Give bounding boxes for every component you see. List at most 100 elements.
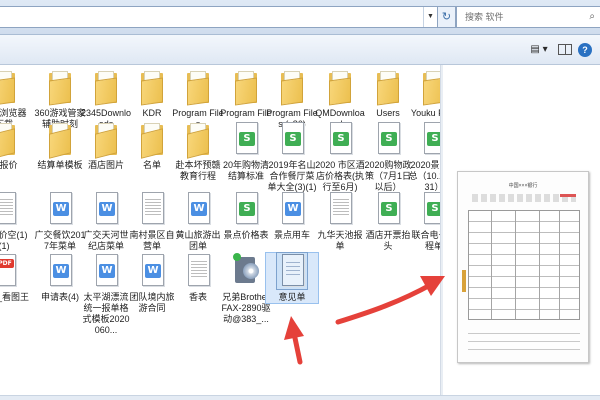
address-dropdown-icon[interactable]: ▼ <box>423 7 437 27</box>
file-label: 酒店开票抬头 <box>365 230 411 251</box>
address-bar-row: ▼ ↻ 搜索 软件 ⌕ <box>0 0 600 35</box>
folder-icon <box>325 69 355 106</box>
folder-icon <box>91 121 121 159</box>
document-icon: W <box>277 191 307 227</box>
file-label: 景点价格表 <box>223 230 269 240</box>
image-document-icon <box>325 191 355 227</box>
file-label: 名单 <box>142 160 161 170</box>
status-bar <box>0 395 600 400</box>
file-item[interactable]: S 景点价格表 <box>220 191 272 241</box>
file-item[interactable]: W 广交天河世纪店菜单 <box>80 191 132 252</box>
folder-icon <box>183 69 213 106</box>
file-label: 团队境内旅游合同 <box>129 292 175 313</box>
file-label: 广交餐饮2017年菜单 <box>34 230 86 251</box>
file-item[interactable]: S 2020 市区酒店价格表(执行至6月) <box>314 121 366 193</box>
file-item[interactable]: Users <box>362 69 414 119</box>
file-label: 景点用车 <box>273 230 310 240</box>
file-label: 2020 市区酒店价格表(执行至6月) <box>315 160 365 192</box>
help-button[interactable]: ? <box>578 43 592 57</box>
file-item[interactable]: W 黄山旅游出团单 <box>172 191 224 252</box>
folder-icon <box>373 69 403 106</box>
file-item[interactable]: W 广交餐饮2017年菜单 <box>34 191 86 252</box>
file-item[interactable]: S 2020购物政策（7月1日以后） <box>362 121 414 193</box>
spreadsheet-icon: S <box>373 191 403 227</box>
file-item[interactable]: W 太平湖漂流统一报单格式模板2020060... <box>80 253 132 336</box>
image-document-icon <box>183 253 213 289</box>
folder-icon <box>277 69 307 106</box>
file-item[interactable]: 酒店图片 <box>80 121 132 171</box>
file-label: 申请表(4) <box>41 292 79 302</box>
preview-pane: 中国×××银行 <box>443 65 600 400</box>
file-label: 黄山旅游出团单 <box>175 230 221 251</box>
file-label: 南村景区自营单 <box>129 230 175 251</box>
folder-icon <box>91 69 121 106</box>
document-icon: W <box>91 191 121 227</box>
file-item[interactable]: S 20年购物清结算标准 <box>220 121 272 182</box>
folder-icon <box>231 69 261 106</box>
image-document-icon <box>0 191 19 227</box>
search-placeholder: 搜索 软件 <box>465 12 504 22</box>
file-item[interactable]: 兄弟BrotherFAX-2890驱动@383_... <box>220 253 272 325</box>
file-item[interactable]: 名单 <box>126 121 178 171</box>
explorer-window: ▼ ↻ 搜索 软件 ⌕ ▤ ▾ ? 安全浏览器下载360游戏管家辅助时刻2345… <box>0 0 600 400</box>
view-options-button[interactable]: ▤ ▾ <box>527 42 551 58</box>
search-input[interactable]: 搜索 软件 ⌕ <box>456 6 600 28</box>
search-icon[interactable]: ⌕ <box>589 7 595 27</box>
preview-doc-title: 中国×××银行 <box>508 183 538 189</box>
folder-icon <box>45 121 75 159</box>
document-icon: W <box>45 191 75 227</box>
document-icon: W <box>45 253 75 289</box>
document-icon: W <box>137 253 167 289</box>
file-item[interactable]: 结算单模板 <box>34 121 86 171</box>
installer-icon <box>231 253 261 289</box>
file-item[interactable]: W 申请表(4) <box>34 253 86 303</box>
address-bar[interactable]: ▼ <box>0 6 438 28</box>
file-item[interactable]: 赴本坏预赣教育行程 <box>172 121 224 182</box>
file-label: 导报价空(1)(1) <box>0 230 28 251</box>
file-item[interactable]: S 酒店开票抬头 <box>362 191 414 252</box>
file-label: Users <box>376 108 400 118</box>
file-item[interactable]: W 团队境内旅游合同 <box>126 253 178 314</box>
preview-document: 中国×××银行 <box>457 171 589 363</box>
folder-icon <box>137 121 167 159</box>
file-label: 酒店图片 <box>87 160 124 170</box>
document-icon: W <box>183 191 213 227</box>
file-label: 兄弟BrotherFAX-2890驱动@383_... <box>221 292 271 324</box>
file-label: 意见单 <box>278 292 306 302</box>
folder-icon <box>45 69 75 106</box>
file-label: 2020购物政策（7月1日以后） <box>364 160 412 192</box>
refresh-button[interactable]: ↻ <box>438 6 456 28</box>
spreadsheet-icon: S <box>231 121 261 157</box>
preview-pane-button[interactable] <box>558 44 572 55</box>
preview-doc-serial <box>560 194 576 197</box>
preview-doc-stamp <box>462 270 466 292</box>
file-item[interactable]: W 景点用车 <box>266 191 318 241</box>
file-item[interactable]: 导报价空(1)(1) <box>0 191 30 252</box>
spreadsheet-icon: S <box>325 121 355 157</box>
pdf-icon: PDF <box>0 253 19 289</box>
preview-doc-table <box>468 210 580 320</box>
file-label: KDR <box>142 108 162 118</box>
folder-icon <box>137 69 167 106</box>
file-label: 结算单模板 <box>37 160 83 170</box>
file-list: 安全浏览器下载360游戏管家辅助时刻2345DownloadsKDRProgra… <box>0 65 460 400</box>
file-item[interactable]: 开报价 <box>0 121 30 171</box>
file-item[interactable]: 九华天池报单 <box>314 191 366 252</box>
file-label: 香表 <box>188 292 207 302</box>
document-icon: W <box>91 253 121 289</box>
file-item[interactable]: PDF 上房_看图王 <box>0 253 30 303</box>
file-item[interactable]: KDR <box>126 69 178 119</box>
file-label: 太平湖漂流统一报单格式模板2020060... <box>82 292 130 335</box>
spreadsheet-icon: S <box>277 121 307 157</box>
file-item[interactable]: 意见单 <box>265 252 319 304</box>
folder-icon <box>183 121 213 159</box>
file-label: 赴本坏预赣教育行程 <box>175 160 221 181</box>
file-item[interactable]: S 2019年名山合作餐厅菜单大全(3)(1) <box>266 121 318 193</box>
folder-icon <box>0 121 19 159</box>
file-item[interactable]: 南村景区自营单 <box>126 191 178 252</box>
document-icon <box>276 252 308 290</box>
file-item[interactable]: 香表 <box>172 253 224 303</box>
spreadsheet-icon: S <box>231 191 261 227</box>
command-bar: ▤ ▾ ? <box>0 35 600 65</box>
folder-icon <box>0 69 19 106</box>
